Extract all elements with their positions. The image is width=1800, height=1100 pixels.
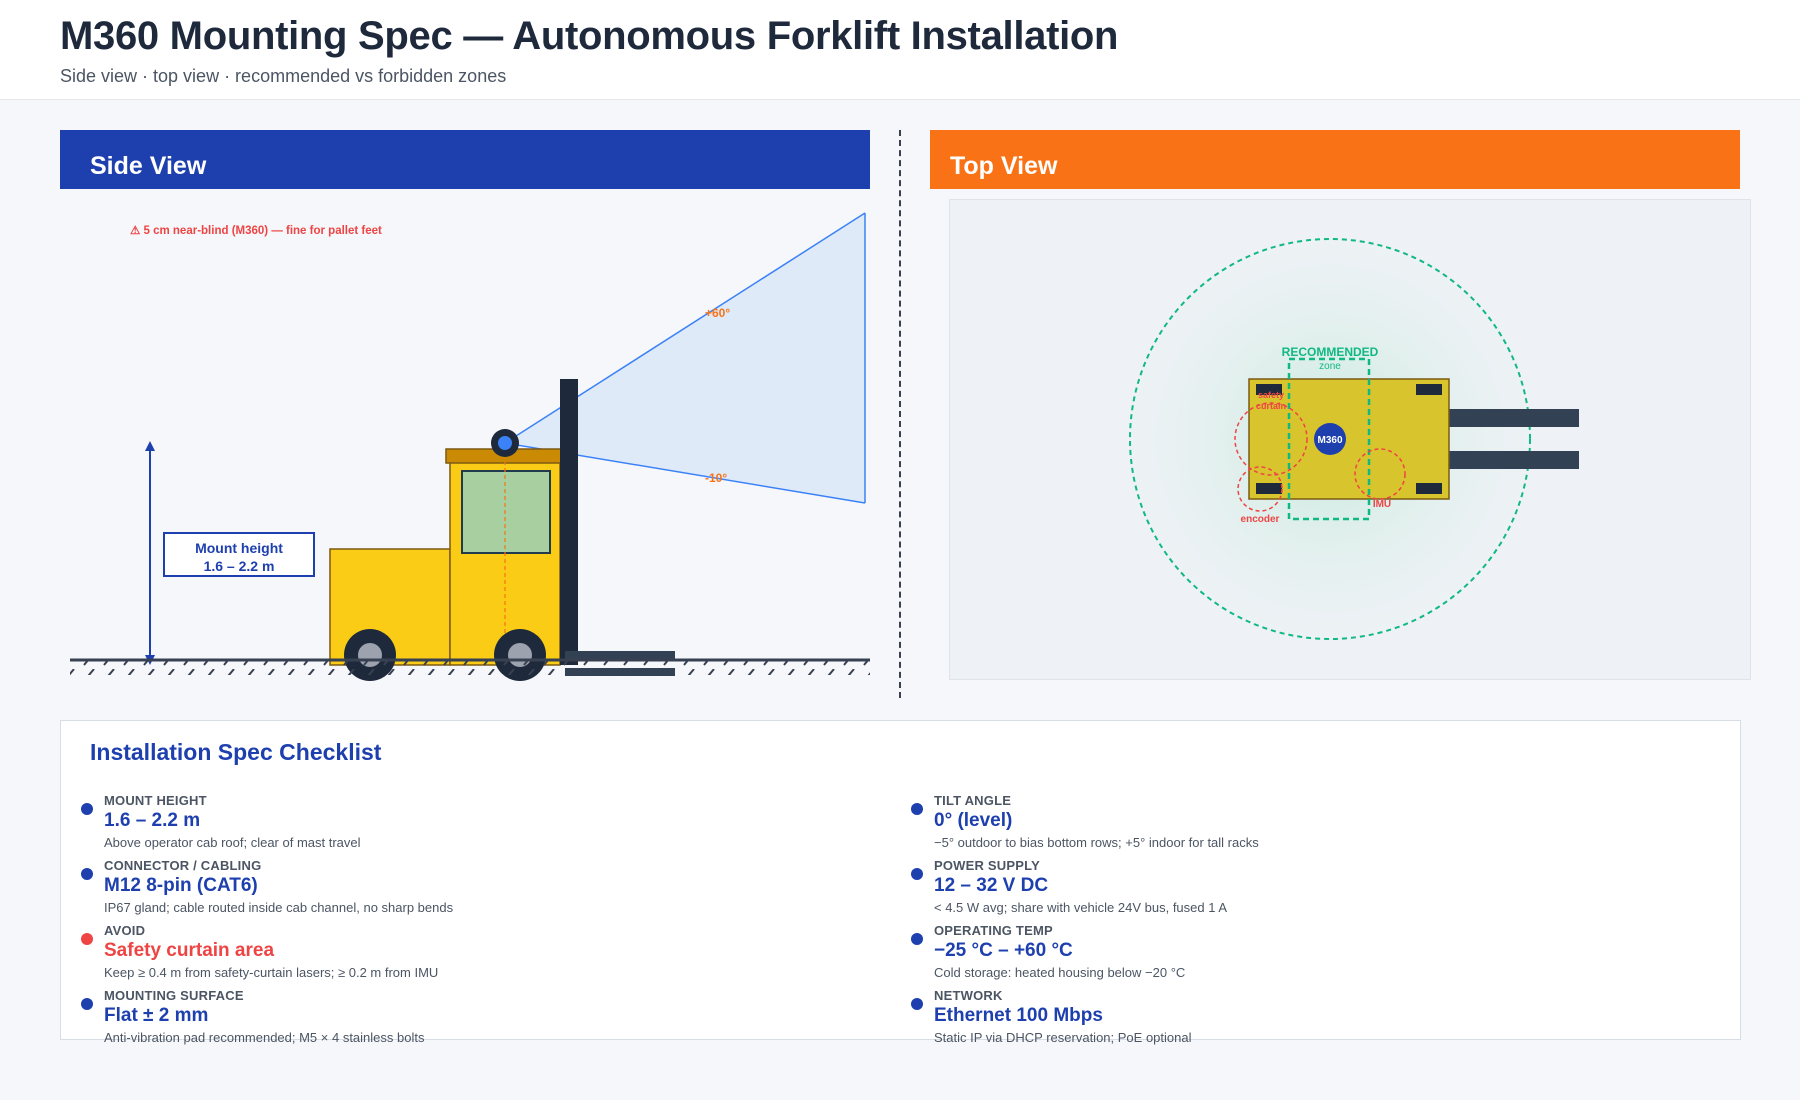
item-note: Static IP via DHCP reservation; PoE opti… bbox=[934, 1030, 1192, 1045]
side-view-diagram: ⚠ 5 cm near-blind (M360) — fine for pall… bbox=[70, 212, 870, 681]
installation-checklist: Installation Spec Checklist MOUNT HEIGHT… bbox=[60, 720, 1741, 1045]
encoder-label: encoder bbox=[1241, 514, 1280, 525]
status-dot bbox=[911, 803, 923, 815]
item-value: 12 – 32 V DC bbox=[934, 875, 1049, 896]
item-note: Cold storage: heated housing below −20 °… bbox=[934, 965, 1186, 980]
status-dot bbox=[911, 998, 923, 1010]
safety-curtain-label-1: safety bbox=[1258, 390, 1284, 400]
item-value: M12 8-pin (CAT6) bbox=[104, 875, 258, 896]
item-note: Above operator cab roof; clear of mast t… bbox=[104, 835, 361, 850]
page-subtitle: Side view · top view · recommended vs fo… bbox=[60, 66, 507, 86]
item-value: Ethernet 100 Mbps bbox=[934, 1005, 1103, 1026]
top-view-diagram: RECOMMENDED zone safety curtain encoder … bbox=[1129, 238, 1579, 640]
recommended-label: RECOMMENDED bbox=[1282, 345, 1379, 359]
item-value: Flat ± 2 mm bbox=[104, 1005, 209, 1026]
item-label: POWER SUPPLY bbox=[934, 858, 1040, 873]
panel-divider bbox=[899, 130, 901, 698]
item-value: 0° (level) bbox=[934, 810, 1013, 831]
item-label: CONNECTOR / CABLING bbox=[104, 858, 262, 873]
item-value: Safety curtain area bbox=[104, 940, 275, 961]
fork-upper bbox=[565, 651, 675, 659]
item-label: MOUNTING SURFACE bbox=[104, 988, 244, 1003]
status-dot bbox=[81, 868, 93, 880]
top-fork-1 bbox=[1449, 409, 1579, 427]
top-view-header: Top View bbox=[930, 130, 1740, 189]
angle-up-label: +60° bbox=[705, 306, 730, 320]
page-header: M360 Mounting Spec — Autonomous Forklift… bbox=[0, 0, 1800, 100]
status-dot bbox=[81, 933, 93, 945]
item-label: TILT ANGLE bbox=[934, 793, 1012, 808]
item-value: 1.6 – 2.2 m bbox=[104, 810, 201, 831]
status-dot bbox=[911, 868, 923, 880]
item-value: −25 °C – +60 °C bbox=[934, 940, 1073, 961]
cab-window bbox=[461, 470, 551, 554]
item-label: NETWORK bbox=[934, 988, 1003, 1003]
top-wheel-front-left bbox=[1416, 384, 1442, 395]
safety-curtain-label-2: curtain bbox=[1256, 401, 1286, 411]
item-note: IP67 gland; cable routed inside cab chan… bbox=[104, 900, 454, 915]
zone-label: zone bbox=[1319, 361, 1341, 372]
forklift-mast bbox=[560, 379, 578, 665]
checklist-title: Installation Spec Checklist bbox=[90, 739, 382, 765]
item-note: < 4.5 W avg; share with vehicle 24V bus,… bbox=[934, 900, 1228, 915]
status-dot bbox=[81, 803, 93, 815]
top-fork-2 bbox=[1449, 451, 1579, 469]
status-dot bbox=[81, 998, 93, 1010]
page-title: M360 Mounting Spec — Autonomous Forklift… bbox=[60, 14, 1119, 58]
m360-sensor bbox=[498, 436, 512, 450]
mount-height-label-1: Mount height bbox=[195, 540, 283, 556]
status-dot bbox=[911, 933, 923, 945]
item-note: Keep ≥ 0.4 m from safety-curtain lasers;… bbox=[104, 965, 439, 980]
top-wheel-rear-right bbox=[1256, 483, 1282, 494]
imu-label: IMU bbox=[1373, 499, 1391, 510]
ground-hatch bbox=[70, 661, 870, 675]
top-wheel-front-right bbox=[1416, 483, 1442, 494]
mount-height-label-2: 1.6 – 2.2 m bbox=[204, 558, 275, 574]
top-sensor-label: M360 bbox=[1317, 435, 1342, 446]
mount-height-arrow-top bbox=[145, 441, 155, 451]
item-label: MOUNT HEIGHT bbox=[104, 793, 207, 808]
item-note: −5° outdoor to bias bottom rows; +5° ind… bbox=[934, 835, 1259, 850]
near-blind-warning: ⚠ 5 cm near-blind (M360) — fine for pall… bbox=[130, 225, 382, 237]
item-label: OPERATING TEMP bbox=[934, 923, 1053, 938]
side-view-header: Side View bbox=[60, 130, 870, 189]
item-note: Anti-vibration pad recommended; M5 × 4 s… bbox=[104, 1030, 425, 1045]
angle-down-label: -10° bbox=[705, 471, 727, 485]
item-label: AVOID bbox=[104, 923, 146, 938]
